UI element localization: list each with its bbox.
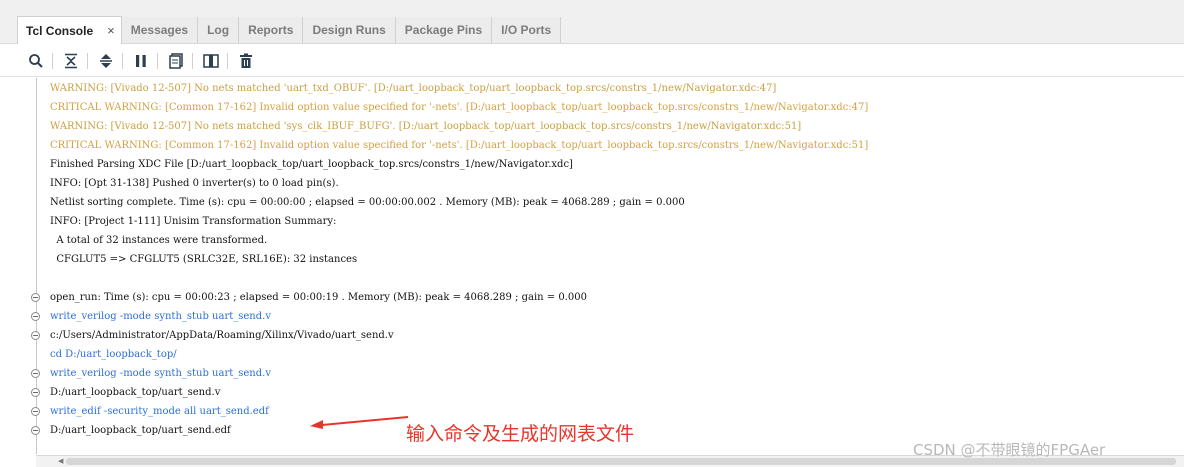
- tab-package-pins[interactable]: Package Pins: [395, 17, 493, 43]
- delete-icon[interactable]: [237, 52, 255, 70]
- console-output-line: WARNING: [Vivado 12-507] No nets matched…: [50, 83, 777, 94]
- tab-label: Reports: [248, 23, 294, 37]
- annotation-label: 输入命令及生成的网表文件: [406, 423, 635, 445]
- toolbar-divider: [52, 53, 53, 69]
- scroll-left-icon[interactable]: ◀: [58, 457, 63, 465]
- fold-marker-icon[interactable]: [31, 426, 40, 435]
- copy-icon[interactable]: [167, 52, 185, 70]
- fold-gutter: [36, 78, 37, 454]
- console-output-line: CRITICAL WARNING: [Common 17-162] Invali…: [50, 140, 869, 151]
- columns-icon[interactable]: [202, 52, 220, 70]
- fold-marker-icon[interactable]: [31, 293, 40, 302]
- toolbar-divider: [87, 53, 88, 69]
- console-output-line: WARNING: [Vivado 12-507] No nets matched…: [50, 121, 802, 132]
- search-icon[interactable]: [27, 52, 45, 70]
- tab-tcl-console[interactable]: Tcl Console ×: [17, 16, 122, 44]
- console-output-line: CFGLUT5 => CFGLUT5 (SRLC32E, SRL16E): 32…: [50, 254, 358, 265]
- toolbar-divider: [227, 53, 228, 69]
- console-toolbar: [0, 44, 1184, 77]
- tab-label: Package Pins: [404, 23, 483, 37]
- collapse-all-icon[interactable]: [62, 52, 80, 70]
- watermark: CSDN @不带眼镜的FPGAer: [913, 441, 1106, 459]
- console-command-line: write_verilog -mode synth_stub uart_send…: [50, 368, 271, 379]
- tab-list: Tcl Console × Messages Log Reports Desig…: [17, 16, 562, 44]
- console-output-line: D:/uart_loopback_top/uart_send.edf: [50, 425, 231, 436]
- console-output-line: CRITICAL WARNING: [Common 17-162] Invali…: [50, 102, 869, 113]
- fold-marker-icon[interactable]: [31, 388, 40, 397]
- console-output-line: Netlist sorting complete. Time (s): cpu …: [50, 197, 685, 208]
- fold-marker-icon[interactable]: [31, 331, 40, 340]
- tab-label: Log: [207, 23, 230, 37]
- tab-bar: Tcl Console × Messages Log Reports Desig…: [0, 0, 1184, 44]
- console-output-line: D:/uart_loopback_top/uart_send.v: [50, 387, 221, 398]
- tab-io-ports[interactable]: I/O Ports: [492, 17, 562, 43]
- tab-log[interactable]: Log: [198, 17, 240, 43]
- console-output[interactable]: WARNING: [Vivado 12-507] No nets matched…: [0, 78, 1184, 454]
- tab-design-runs[interactable]: Design Runs: [303, 17, 396, 43]
- toolbar-divider: [192, 53, 193, 69]
- fold-marker-icon[interactable]: [31, 407, 40, 416]
- tab-messages[interactable]: Messages: [121, 17, 199, 43]
- tab-label: Design Runs: [312, 23, 386, 37]
- console-output-line: A total of 32 instances were transformed…: [50, 235, 268, 246]
- console-command-line: write_verilog -mode synth_stub uart_send…: [50, 311, 271, 322]
- tab-label: Messages: [130, 23, 189, 37]
- console-command-line: write_edif -security_mode all uart_send.…: [50, 406, 269, 417]
- close-icon[interactable]: ×: [107, 23, 115, 38]
- tab-label: I/O Ports: [501, 23, 552, 37]
- toolbar-divider: [157, 53, 158, 69]
- console-output-line: open_run: Time (s): cpu = 00:00:23 ; ela…: [50, 292, 587, 303]
- expand-all-icon[interactable]: [97, 52, 115, 70]
- tab-reports[interactable]: Reports: [239, 17, 304, 43]
- annotation-arrow-icon: [310, 416, 409, 429]
- tab-label: Tcl Console: [26, 23, 94, 38]
- console-output-line: INFO: [Opt 31-138] Pushed 0 inverter(s) …: [50, 178, 339, 189]
- fold-marker-icon[interactable]: [31, 369, 40, 378]
- console-output-line: INFO: [Project 1-111] Unisim Transformat…: [50, 216, 337, 227]
- toolbar-divider: [122, 53, 123, 69]
- console-output-line: c:/Users/Administrator/AppData/Roaming/X…: [50, 330, 394, 341]
- console-output-line: Finished Parsing XDC File [D:/uart_loopb…: [50, 159, 573, 170]
- console-command-line: cd D:/uart_loopback_top/: [50, 349, 177, 360]
- fold-marker-icon[interactable]: [31, 312, 40, 321]
- pause-icon[interactable]: [132, 52, 150, 70]
